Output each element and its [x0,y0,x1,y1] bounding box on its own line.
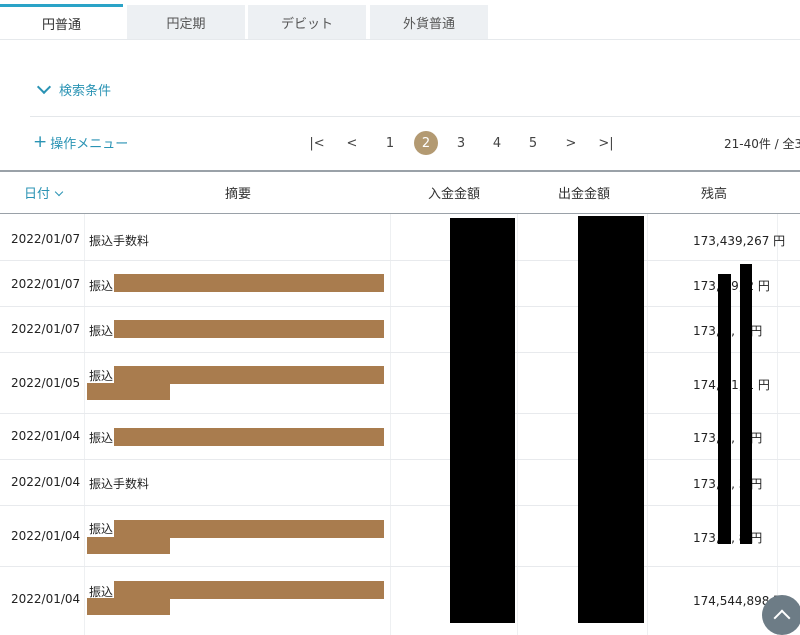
redaction-block [740,264,752,544]
date-header-label: 日付 [24,187,51,202]
row-description: 振込 [89,431,114,445]
column-divider [777,214,778,635]
chevron-down-icon [36,79,52,95]
redaction-block [114,581,384,599]
redaction-block [114,274,384,292]
redaction-block [718,274,731,544]
header-divider [0,213,800,214]
row-description: 振込 [89,324,114,338]
withdrawal-header: 出金金額 [558,187,611,202]
row-divider [0,459,800,460]
row-description: 振込 [89,522,114,536]
row-divider [0,566,800,567]
page-2-current[interactable]: 2 [414,131,438,155]
chevron-up-icon [773,609,791,626]
balance-header: 残高 [701,187,728,202]
redaction-block [87,383,170,400]
divider [30,116,800,117]
next-page-icon[interactable]: > [559,131,583,155]
row-date: 2022/01/04 [11,475,81,489]
column-divider [517,214,518,635]
search-conditions-label: 検索条件 [59,83,112,99]
row-divider [0,352,800,353]
search-conditions-toggle[interactable]: 検索条件 [36,78,111,100]
row-divider [0,413,800,414]
row-date: 2022/01/04 [11,592,81,606]
result-count: 21-40件 / 全36 [724,137,800,151]
page-4[interactable]: 4 [485,131,509,155]
row-date: 2022/01/05 [11,376,81,390]
row-date: 2022/01/07 [11,277,81,291]
prev-page-icon[interactable]: < [340,131,364,155]
page-3[interactable]: 3 [449,131,473,155]
first-page-icon[interactable]: |< [305,131,329,155]
redaction-block [87,537,170,554]
page-1[interactable]: 1 [378,131,402,155]
row-balance: 173,439,267 円 [693,234,786,248]
tab-foreign-currency[interactable]: 外貨普通 [370,5,488,39]
redaction-block [114,428,384,446]
tab-divider [0,39,800,40]
deposit-header: 入金金額 [428,187,481,202]
redaction-block [114,320,384,338]
column-divider [647,214,648,635]
sort-by-date-header[interactable]: 日付 [24,183,64,202]
row-description: 振込 [89,279,114,293]
row-balance: 173,4 9, 2 円 [693,279,770,293]
operation-menu-label: 操作メニュー [50,137,129,152]
redaction-block [578,216,644,623]
redaction-block [450,218,515,623]
last-page-icon[interactable]: >| [594,131,618,155]
row-date: 2022/01/07 [11,322,81,336]
redaction-block [87,598,170,615]
row-date: 2022/01/07 [11,232,81,246]
row-divider [0,505,800,506]
tab-yen-time-deposit[interactable]: 円定期 [127,5,245,39]
operation-menu-button[interactable]: + 操作メニュー [33,132,129,153]
row-description: 振込手数料 [89,477,150,491]
row-date: 2022/01/04 [11,429,81,443]
redaction-block [114,366,384,384]
plus-icon: + [33,132,48,152]
page-5[interactable]: 5 [521,131,545,155]
row-description: 振込手数料 [89,234,150,248]
column-divider [390,214,391,635]
row-date: 2022/01/04 [11,529,81,543]
row-divider [0,260,800,261]
redaction-block [114,520,384,538]
row-description: 振込 [89,369,114,383]
description-header: 摘要 [225,187,252,202]
tab-yen-savings[interactable]: 円普通 [0,4,123,40]
table-top-border [0,170,800,172]
tab-debit[interactable]: デビット [248,5,366,39]
column-divider [84,214,85,635]
row-balance: 174,4 1, 1 円 [693,378,770,392]
chevron-down-icon [54,187,64,197]
scroll-to-top-button[interactable] [762,595,800,635]
row-divider [0,306,800,307]
